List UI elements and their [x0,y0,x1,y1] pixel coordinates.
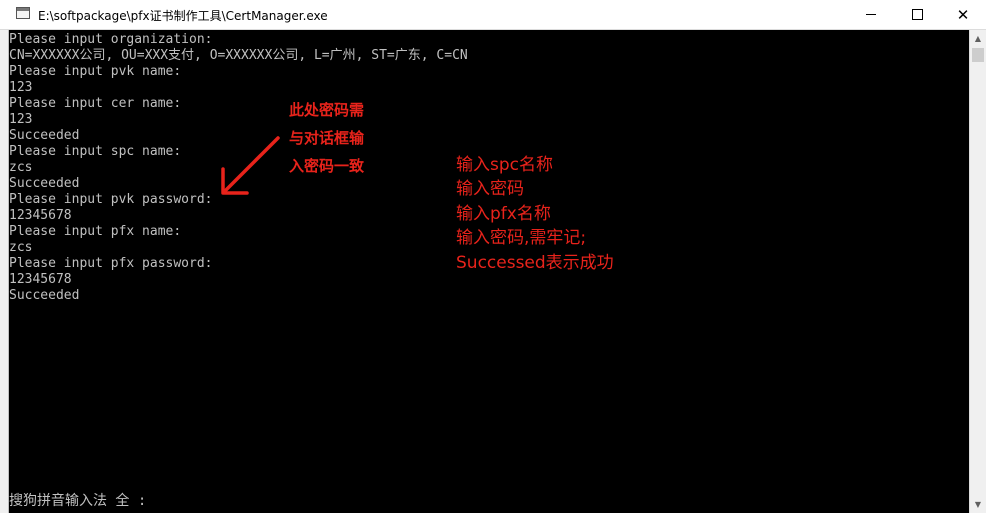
annotation-right-line: Successed表示成功 [456,253,614,273]
annotation-right-line: 输入spc名称 [456,155,553,175]
scroll-down-arrow-icon[interactable]: ▼ [970,496,986,513]
background-window-edge [0,30,9,513]
scroll-thumb[interactable] [972,48,984,62]
console-line: Succeeded [9,176,80,191]
maximize-button[interactable] [894,0,940,29]
console-line: Please input cer name: [9,96,182,111]
annotation-right-line: 输入密码,需牢记; [456,228,587,248]
annotation-left-line: 与对话框输 [289,129,365,147]
console-line: 123 [9,112,33,127]
vertical-scrollbar[interactable]: ▲ ▼ [969,30,986,513]
console-line: Succeeded [9,288,80,303]
scroll-up-arrow-icon[interactable]: ▲ [970,30,986,47]
annotation-right-line: 输入密码 [456,179,524,199]
console-line: Please input organization: [9,32,213,47]
ime-status-line: 搜狗拼音输入法 全 : [9,493,147,509]
annotation-right-line: 输入pfx名称 [456,204,551,224]
console-line: zcs [9,240,33,255]
console-line: zcs [9,160,33,175]
console-line: 123 [9,80,33,95]
minimize-button[interactable] [848,0,894,29]
console-line: Please input pvk password: [9,192,213,207]
console-line: Please input pvk name: [9,64,182,79]
console-line: 12345678 [9,272,72,287]
minimize-icon [866,14,876,15]
maximize-icon [911,9,923,20]
console-line: Succeeded [9,128,80,143]
red-arrow-icon [221,136,280,195]
console-line: Please input pfx password: [9,256,213,271]
close-button[interactable]: ✕ [940,0,986,29]
console-line: Please input pfx name: [9,224,182,239]
console-line: Please input spc name: [9,144,182,159]
annotation-left-line: 入密码一致 [289,157,365,175]
console-line: CN=XXXXXX公司, OU=XXX支付, O=XXXXXX公司, L=广州,… [9,48,468,63]
console-window-icon [16,7,30,19]
window-title: E:\softpackage\pfx证书制作工具\CertManager.exe [38,9,328,23]
title-bar[interactable]: E:\softpackage\pfx证书制作工具\CertManager.exe… [0,0,986,30]
close-icon: ✕ [956,5,970,24]
annotation-left-line: 此处密码需 [289,101,365,119]
console-window: E:\softpackage\pfx证书制作工具\CertManager.exe… [0,0,986,513]
console-line: 12345678 [9,208,72,223]
